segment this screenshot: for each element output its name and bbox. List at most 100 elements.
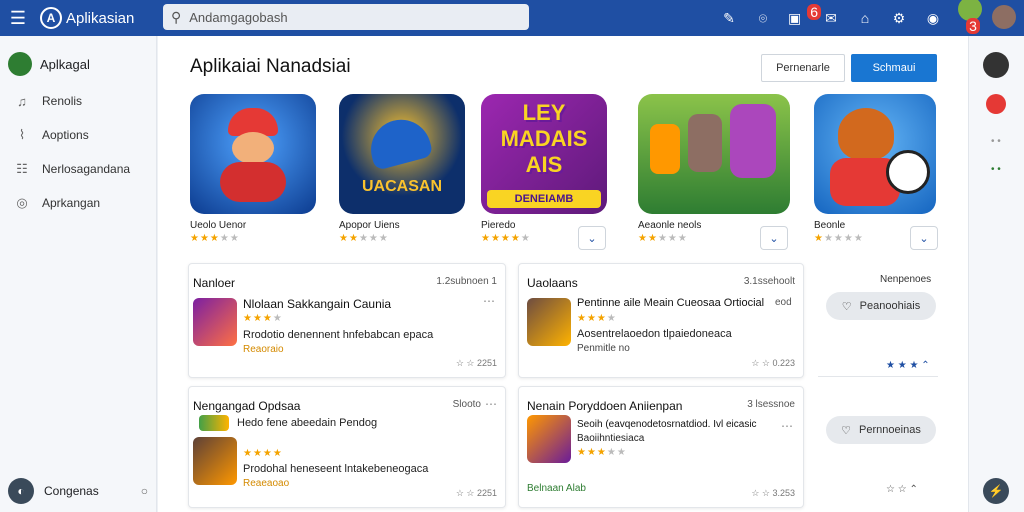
avatar-1[interactable]: 3 bbox=[958, 0, 982, 40]
card-footer: ☆ ☆ 0.223 bbox=[751, 358, 795, 368]
app-card-2[interactable]: Uaolaans 3.1ssehoolt Pentinne aile Meain… bbox=[518, 263, 804, 378]
app-rating: ★★★★★ bbox=[190, 233, 240, 244]
card-meta: Reaeaoao bbox=[243, 478, 290, 489]
card-header-meta: 3.1ssehoolt bbox=[743, 276, 795, 287]
sidebar-bottom-item[interactable]: ◐ Congenas ○ bbox=[8, 478, 148, 504]
location-icon[interactable]: ⌾ bbox=[754, 10, 772, 27]
app-rating: ★★★★★ bbox=[638, 233, 688, 244]
card-rating: ★★★★ bbox=[577, 313, 617, 324]
sidebar-item-aprkangan[interactable]: ◎ Aprkangan bbox=[0, 186, 156, 220]
side-rating: ★ ★ ★ ⌃ bbox=[886, 360, 930, 371]
card-footer: ☆ ☆ 3.253 bbox=[751, 488, 795, 498]
top-bar: ☰ A Aplikasian ⚲ ✎ ⌾ ▣6 ✉ ⌂ ⚙ ◉ 3 bbox=[0, 0, 1024, 36]
sidebar-bottom-label: Congenas bbox=[44, 484, 99, 498]
card-description: Prodohal heneseent lntakebeneogaca bbox=[243, 463, 429, 475]
main-content: Aplikaiai Nanadsiai Pernenarle Schmaui U… bbox=[158, 36, 968, 512]
app-name: Aeaonle neols bbox=[638, 220, 702, 231]
side-panel-label: Nenpenoes bbox=[880, 274, 932, 285]
primary-button[interactable]: Schmaui bbox=[851, 54, 937, 82]
card-title: Seoih (eavqenodetosrnatdiod. Ivl eicasic bbox=[577, 419, 757, 430]
user-name: Aplkagal bbox=[40, 56, 90, 72]
card-title: Pentinne aile Meain Cueosaa Ortiocial bbox=[577, 297, 765, 309]
lock-icon[interactable]: ⌂ bbox=[856, 10, 874, 26]
search-input[interactable] bbox=[189, 9, 510, 25]
sidebar-user[interactable]: Aplkagal bbox=[0, 36, 156, 84]
secondary-button[interactable]: Pernenarle bbox=[761, 54, 845, 82]
side-pill-button-1[interactable]: ♡ Peanoohiais bbox=[826, 292, 936, 320]
rail-dots-icon-2[interactable]: • • bbox=[991, 164, 1001, 175]
featured-app-3[interactable]: LEY MADAIS AIS DENEIAMB Pieredo ★★★★★ bbox=[481, 94, 611, 244]
app-logo[interactable]: A Aplikasian bbox=[40, 7, 134, 29]
more-options-icon[interactable]: ⋯ bbox=[781, 419, 793, 433]
pill-label: Peanoohiais bbox=[859, 300, 921, 312]
card-rating: ★★★★★ bbox=[577, 447, 627, 458]
app-card-1[interactable]: Nanloer 1.2subnoen 1 Nlolaan Sakkangain … bbox=[188, 263, 506, 378]
app-artwork bbox=[190, 94, 316, 214]
right-rail: • • • • ⚡ bbox=[968, 36, 1024, 512]
chevron-down-icon[interactable]: ⌄ bbox=[910, 226, 938, 250]
featured-app-1[interactable]: Ueolo Uenor ★★★★★ bbox=[190, 94, 320, 244]
notification-badge: 6 bbox=[807, 3, 822, 20]
edit-icon[interactable]: ✎ bbox=[720, 10, 738, 27]
sidebar-item-label: Nerlosagandana bbox=[42, 162, 131, 176]
heart-icon: ♡ bbox=[841, 300, 852, 313]
chevron-down-icon[interactable]: ⌄ bbox=[578, 226, 606, 250]
card-header-meta: Slooto bbox=[452, 399, 481, 410]
rail-app-icon[interactable] bbox=[986, 94, 1006, 114]
app-artwork bbox=[814, 94, 936, 214]
side-rating-2: ☆ ☆ ⌃ bbox=[886, 484, 918, 495]
side-pill-button-2[interactable]: ♡ Pernnoeinas bbox=[826, 416, 936, 444]
card-rating: ★★★★ bbox=[243, 448, 283, 459]
card-footer: ☆ ☆ 2251 bbox=[455, 358, 497, 368]
rail-dots-icon[interactable]: • • bbox=[991, 136, 1001, 147]
sidebar-item-label: Aprkangan bbox=[42, 196, 101, 210]
chart-icon: ⌇ bbox=[18, 127, 26, 142]
app-card-4[interactable]: Nenain Poryddoen Aniienpan 3 lsessnoe Se… bbox=[518, 386, 804, 508]
card-title: Nlolaan Sakkangain Caunia bbox=[243, 297, 392, 311]
card-footer: ☆ ☆ 2251 bbox=[455, 488, 497, 498]
more-options-icon[interactable]: ⋯ bbox=[485, 397, 497, 411]
bell-icon: ♫ bbox=[17, 93, 27, 109]
card-header: Nanloer bbox=[193, 276, 236, 290]
sidebar: Aplkagal ♫ Renolis ⌇ Aoptions ☷ Nerlosagand… bbox=[0, 36, 157, 512]
app-thumbnail bbox=[193, 298, 237, 346]
featured-app-4[interactable]: Aeaonle neols ★★★★★ bbox=[638, 94, 790, 244]
messages-icon[interactable]: ✉ bbox=[822, 10, 840, 27]
card-footer-value: 3.253 bbox=[772, 488, 795, 498]
search-bar[interactable]: ⚲ bbox=[163, 4, 529, 30]
card-header: Nenain Poryddoen Aniienpan bbox=[527, 399, 683, 413]
sidebar-item-nerlosagandana[interactable]: ☷ Nerlosagandana bbox=[0, 152, 156, 186]
app-title: Aplikasian bbox=[66, 9, 135, 27]
more-options-icon[interactable]: ⋯ bbox=[483, 294, 495, 308]
app-thumbnail bbox=[527, 298, 571, 346]
chevron-down-icon[interactable]: ⌄ bbox=[760, 226, 788, 250]
card-header: Nengangad Opdsaa bbox=[193, 399, 301, 413]
sidebar-item-renolis[interactable]: ♫ Renolis bbox=[0, 84, 156, 118]
toggle-icon[interactable]: ○ bbox=[141, 484, 148, 498]
card-description: Rrodotio denennent hnfebabcan epaca bbox=[243, 329, 434, 341]
featured-app-2[interactable]: UACASAN Apopor Uiens ★★★★★ bbox=[339, 94, 469, 244]
page-title: Aplikaiai Nanadsiai bbox=[190, 56, 351, 77]
avatar-badge: 3 bbox=[966, 17, 980, 34]
help-icon[interactable]: ◉ bbox=[924, 10, 942, 27]
settings-icon[interactable]: ⚙ bbox=[890, 10, 908, 27]
card-meta: Penmitle no bbox=[577, 343, 630, 354]
profile-icon: ◐ bbox=[8, 478, 34, 504]
sidebar-item-label: Renolis bbox=[42, 94, 83, 108]
rail-action-icon[interactable]: ⚡ bbox=[983, 478, 1009, 504]
pill-label: Pernnoeinas bbox=[859, 424, 921, 436]
heart-icon: ♡ bbox=[841, 424, 852, 437]
hamburger-menu-icon[interactable]: ☰ bbox=[0, 0, 36, 36]
sidebar-item-label: Aoptions bbox=[42, 128, 89, 142]
app-card-3[interactable]: Nengangad Opdsaa Slooto ⋯ Hedo fene abee… bbox=[188, 386, 506, 508]
card-title: Hedo fene abeedain Pendog bbox=[237, 417, 378, 429]
profile-avatar[interactable] bbox=[992, 4, 1016, 32]
card-header: Uaolaans bbox=[527, 276, 578, 290]
app-art-subtext: DENEIAMB bbox=[487, 190, 601, 208]
list-icon: ☷ bbox=[16, 161, 28, 176]
card-meta: Reaoraio bbox=[243, 344, 284, 355]
sidebar-item-aoptions[interactable]: ⌇ Aoptions bbox=[0, 118, 156, 152]
notifications-icon[interactable]: ▣ 6 bbox=[788, 3, 822, 27]
featured-app-5[interactable]: Beonle ★★★★★ bbox=[814, 94, 944, 244]
rail-avatar[interactable] bbox=[983, 52, 1009, 78]
